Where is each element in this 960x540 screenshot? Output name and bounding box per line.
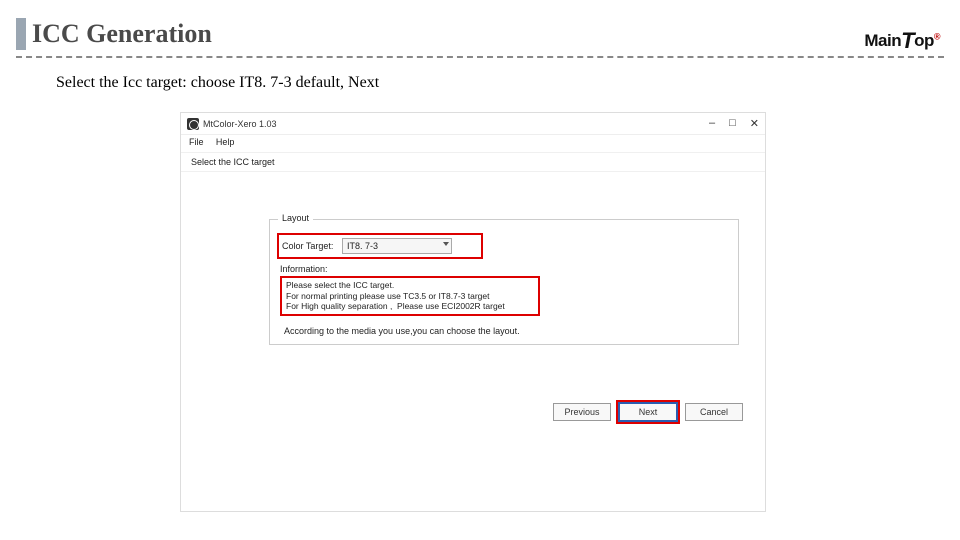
color-target-select[interactable]: IT8. 7-3 <box>342 238 452 254</box>
window-controls: – □ ✕ <box>709 117 759 130</box>
layout-panel: Layout Color Target: IT8. 7-3 Informatio… <box>269 219 739 345</box>
previous-button[interactable]: Previous <box>553 403 611 421</box>
next-button-highlight: Next <box>619 403 677 421</box>
info-title: Information: <box>280 264 728 274</box>
color-target-label: Color Target: <box>282 241 342 251</box>
color-target-row: Color Target: IT8. 7-3 <box>280 236 480 256</box>
cancel-button[interactable]: Cancel <box>685 403 743 421</box>
window-title: MtColor-Xero 1.03 <box>203 119 709 129</box>
maximize-button[interactable]: □ <box>729 117 736 130</box>
logo-trademark: ® <box>934 31 940 41</box>
titlebar: MtColor-Xero 1.03 – □ ✕ <box>181 113 765 135</box>
divider <box>16 56 944 58</box>
close-button[interactable]: ✕ <box>750 117 759 130</box>
info-line1: Please select the ICC target. <box>286 280 534 291</box>
menu-file[interactable]: File <box>189 137 204 147</box>
brand-logo: MainTop® <box>864 26 940 52</box>
info-line2: For normal printing please use TC3.5 or … <box>286 291 534 302</box>
minimize-button[interactable]: – <box>709 117 715 130</box>
app-window: MtColor-Xero 1.03 – □ ✕ File Help Select… <box>180 112 766 512</box>
information-block: Information: Please select the ICC targe… <box>280 264 728 316</box>
instruction-text: Select the Icc target: choose IT8. 7-3 d… <box>56 74 960 92</box>
color-target-select-wrap: IT8. 7-3 <box>342 238 452 254</box>
menu-help[interactable]: Help <box>216 137 235 147</box>
info-line3: For High quality separation , Please use… <box>286 301 534 312</box>
layout-note: According to the media you use,you can c… <box>284 326 728 336</box>
panel-label: Layout <box>278 213 313 223</box>
menubar: File Help <box>181 135 765 153</box>
color-target-value: IT8. 7-3 <box>347 241 378 251</box>
title-accent-bar <box>16 18 26 50</box>
slide-title: ICC Generation <box>32 19 212 49</box>
app-icon <box>187 118 199 130</box>
wizard-step-title: Select the ICC target <box>181 153 765 172</box>
info-box: Please select the ICC target. For normal… <box>280 276 540 316</box>
logo-part3: op <box>914 31 934 50</box>
logo-part1: Main <box>864 31 901 50</box>
slide-header: ICC Generation <box>0 0 960 56</box>
wizard-buttons: Previous Next Cancel <box>553 403 743 421</box>
chevron-down-icon <box>443 242 449 246</box>
logo-part2: T <box>901 28 914 54</box>
next-button[interactable]: Next <box>619 403 677 421</box>
